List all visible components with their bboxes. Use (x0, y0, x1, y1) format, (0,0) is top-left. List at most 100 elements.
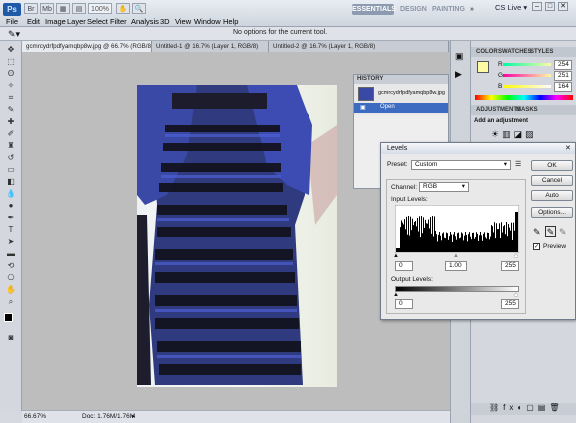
history-panel-title[interactable]: HISTORY (354, 75, 448, 84)
input-black-value[interactable]: 0 (395, 261, 413, 271)
channel-g-slider[interactable] (503, 74, 551, 77)
levels-title[interactable]: Levels (381, 143, 575, 154)
dress-photo[interactable] (137, 85, 337, 387)
workspace-essentials[interactable]: ESSENTIALS (352, 4, 396, 15)
minibridge-icon[interactable]: Mb (40, 3, 54, 14)
eyedropper-preset-icon[interactable]: ✎▾ (8, 29, 20, 40)
menu-image[interactable]: Image (45, 17, 66, 27)
dodge-tool-icon[interactable]: ● (5, 201, 17, 210)
preset-select[interactable]: Custom ▾ (411, 160, 511, 170)
output-black-slider[interactable]: ▲ (393, 292, 399, 298)
view-extras-icon[interactable]: ▦ (56, 3, 70, 14)
maximize-button[interactable]: □ (545, 2, 555, 11)
options-button[interactable]: Options... (531, 207, 573, 218)
input-white-value[interactable]: 255 (501, 261, 519, 271)
histogram-bar (445, 238, 446, 252)
marquee-tool-icon[interactable]: ⬚ (5, 57, 17, 66)
layers-panel-footer-icons[interactable]: ⛓fx◐▢▤🗑 (471, 403, 576, 415)
path-select-tool-icon[interactable]: ➤ (5, 237, 17, 246)
workspace-more-icon[interactable]: » (470, 4, 474, 15)
output-black-value[interactable]: 0 (395, 299, 413, 309)
3d-rotate-tool-icon[interactable]: ⟲ (5, 261, 17, 270)
levels-close-icon[interactable]: ✕ (565, 144, 571, 152)
output-white-value[interactable]: 255 (501, 299, 519, 309)
menu-analysis[interactable]: Analysis (131, 17, 159, 27)
auto-button[interactable]: Auto (531, 190, 573, 201)
tab-untitled-1[interactable]: Untitled-1 @ 16.7% (Layer 1, RGB/8) (152, 41, 269, 52)
tab-untitled-2[interactable]: Untitled-2 @ 16.7% (Layer 1, RGB/8) (269, 41, 449, 52)
output-white-slider[interactable]: ▲ (513, 292, 519, 298)
history-snapshot[interactable]: gcmrcydrfpdfyamqbp8w.jpg (378, 90, 445, 96)
adjustment-icons-row1[interactable]: ☀▥◪▨ (491, 129, 537, 140)
status-zoom[interactable]: 66.67% (24, 411, 46, 423)
gamma-slider[interactable]: ▲ (453, 253, 459, 259)
move-tool-icon[interactable]: ✥ (5, 45, 17, 54)
channel-b-slider[interactable] (503, 85, 551, 88)
histogram-bar (411, 230, 412, 252)
preset-options-icon[interactable]: ☰ (515, 160, 521, 168)
cancel-button[interactable]: Cancel (531, 175, 573, 186)
menu-help[interactable]: Help (223, 17, 238, 27)
eyedropper-tool-icon[interactable]: ✎ (5, 105, 17, 114)
input-gamma-value[interactable]: 1.00 (445, 261, 467, 271)
color-spectrum-bar[interactable] (475, 95, 573, 100)
history-brush-tool-icon[interactable]: ↺ (5, 153, 17, 162)
cs-live-button[interactable]: CS Live ▾ (495, 3, 527, 12)
preview-checkbox[interactable]: ✓ (533, 243, 540, 250)
ok-button[interactable]: OK (531, 160, 573, 171)
menu-view[interactable]: View (175, 17, 191, 27)
lasso-tool-icon[interactable]: ʘ (5, 69, 17, 78)
menu-file[interactable]: File (6, 17, 18, 27)
menu-3d[interactable]: 3D (160, 17, 170, 27)
status-menu-icon[interactable]: ▸ (132, 411, 135, 423)
histogram-bar (419, 216, 420, 252)
workspace-design[interactable]: DESIGN (400, 4, 427, 15)
pen-tool-icon[interactable]: ✒ (5, 213, 17, 222)
color-foreground-swatch[interactable] (477, 61, 489, 73)
zoom-tool-icon[interactable]: 🔍 (132, 3, 146, 14)
tab-masks[interactable]: MASKS (513, 106, 541, 115)
white-point-slider[interactable]: ▲ (513, 253, 519, 259)
tab-dress-image[interactable]: gcmrcydrfpdfyamqbp8w.jpg @ 66.7% (RGB/8) (22, 41, 152, 52)
zoom-tool-icon-box[interactable]: ⌕ (5, 297, 17, 306)
history-item-selected[interactable] (354, 103, 448, 113)
minimize-button[interactable]: – (532, 2, 542, 11)
hand-tool-icon-box[interactable]: ✋ (5, 285, 17, 294)
eraser-tool-icon[interactable]: ▭ (5, 165, 17, 174)
clone-stamp-tool-icon[interactable]: ♜ (5, 141, 17, 150)
healing-tool-icon[interactable]: ✚ (5, 117, 17, 126)
gray-eyedropper-icon[interactable]: ✎ (545, 226, 556, 237)
close-window-button[interactable]: ✕ (558, 2, 568, 11)
arrange-icon[interactable]: ▤ (72, 3, 86, 14)
channel-b-value[interactable]: 164 (554, 82, 572, 92)
channel-r-value[interactable]: 254 (554, 60, 572, 70)
channel-r-slider[interactable] (503, 63, 551, 66)
quick-select-tool-icon[interactable]: ✧ (5, 81, 17, 90)
menu-filter[interactable]: Filter (110, 17, 127, 27)
crop-tool-icon[interactable]: ⌗ (5, 93, 17, 102)
channel-g-value[interactable]: 251 (554, 71, 572, 81)
dock-history-icon[interactable]: ▣ (455, 51, 464, 62)
hand-tool-icon[interactable]: ✋ (116, 3, 130, 14)
quick-mask-icon[interactable]: ◙ (5, 333, 17, 342)
channel-select[interactable]: RGB ▾ (419, 182, 469, 192)
type-tool-icon[interactable]: T (5, 225, 17, 234)
menu-select[interactable]: Select (87, 17, 108, 27)
black-eyedropper-icon[interactable]: ✎ (533, 227, 541, 238)
menu-window[interactable]: Window (194, 17, 221, 27)
black-point-slider[interactable]: ▲ (393, 253, 399, 259)
menu-edit[interactable]: Edit (27, 17, 40, 27)
white-eyedropper-icon[interactable]: ✎ (559, 227, 567, 238)
zoom-level-select[interactable]: 100% (88, 3, 112, 14)
brush-tool-icon[interactable]: ✐ (5, 129, 17, 138)
menu-layer[interactable]: Layer (67, 17, 86, 27)
dock-actions-icon[interactable]: ▶ (455, 69, 462, 80)
3d-camera-tool-icon[interactable]: ⎔ (5, 273, 17, 282)
bridge-icon[interactable]: Br (24, 3, 38, 14)
foreground-color-swatch[interactable] (4, 313, 13, 322)
tab-styles[interactable]: STYLES (527, 48, 556, 57)
gradient-tool-icon[interactable]: ◧ (5, 177, 17, 186)
blur-tool-icon[interactable]: 💧 (5, 189, 17, 198)
shape-tool-icon[interactable]: ▬ (5, 249, 17, 258)
workspace-painting[interactable]: PAINTING (432, 4, 465, 15)
